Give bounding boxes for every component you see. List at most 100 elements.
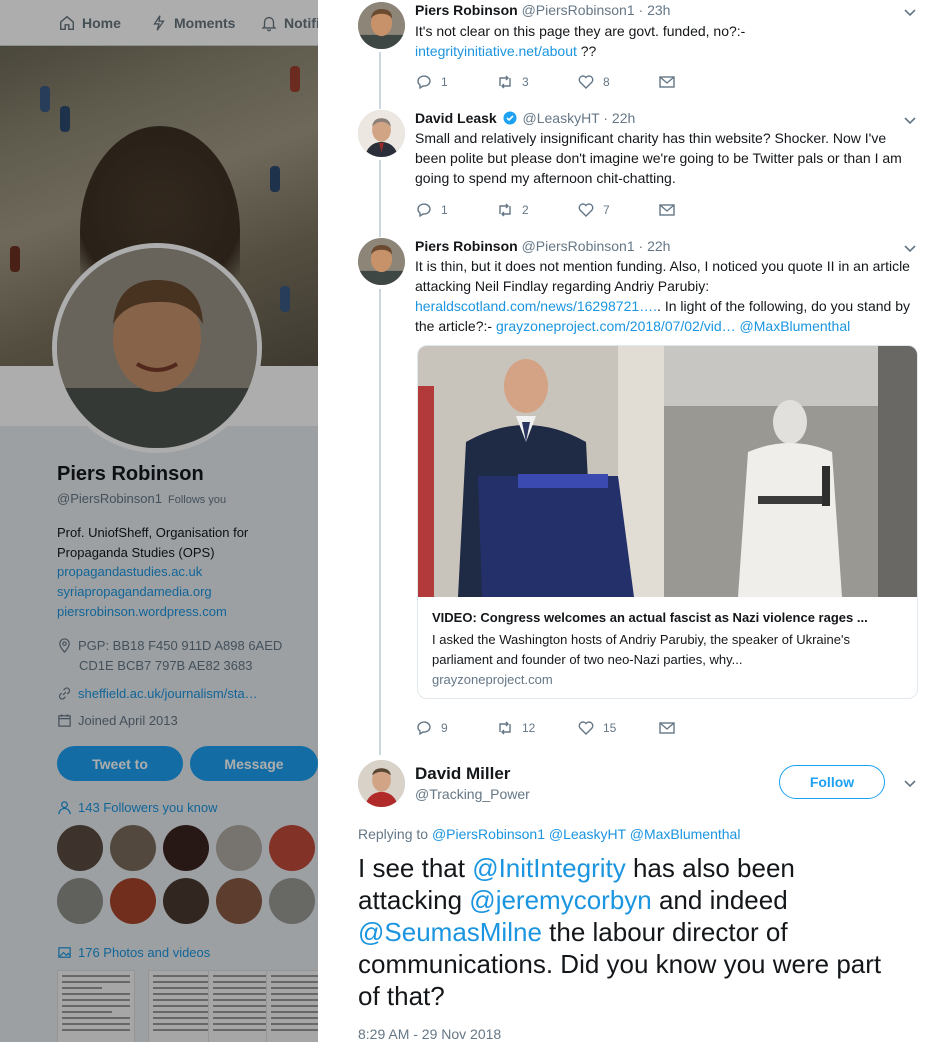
like-count: 7 (603, 203, 610, 217)
tweet-item[interactable]: Piers Robinson @PiersRobinson1 · 23h It'… (318, 2, 933, 100)
follower-avatar[interactable] (57, 878, 103, 924)
like-action[interactable]: 15 (577, 719, 658, 737)
profile-website[interactable]: sheffield.ac.uk/journalism/sta… (57, 684, 258, 704)
follower-avatar[interactable] (269, 825, 315, 871)
tweet-conversation-panel: Piers Robinson @PiersRobinson1 · 23h It'… (318, 0, 933, 1042)
profile-bio: Prof. UniofSheff, Organisation for Propa… (57, 525, 249, 560)
followers-you-know-label: 143 Followers you know (78, 800, 218, 815)
like-count: 8 (603, 75, 610, 89)
mention-seumasmilne[interactable]: @SeumasMilne (358, 917, 542, 947)
tweet-author-handle[interactable]: @LeaskyHT (523, 110, 600, 126)
tweet-link-grayzone[interactable]: grayzoneproject.com/2018/07/02/vid… (496, 318, 736, 334)
message-action[interactable] (658, 719, 739, 737)
nav-moments[interactable]: Moments (150, 14, 235, 32)
tweet-author-handle[interactable]: @PiersRobinson1 (522, 238, 635, 254)
card-domain: grayzoneproject.com (432, 672, 553, 687)
link-icon (58, 687, 71, 700)
nav-notifications[interactable]: Notifi (260, 14, 318, 32)
reply-action[interactable]: 1 (415, 73, 496, 91)
main-tweet-author-handle[interactable]: @Tracking_Power (415, 786, 530, 802)
tweet-time[interactable]: · 22h (639, 238, 671, 254)
location-pin-icon (59, 638, 70, 653)
home-icon (59, 15, 75, 31)
profile-avatar[interactable] (52, 243, 262, 453)
tweet-avatar[interactable] (358, 238, 405, 285)
reply-icon (417, 75, 431, 90)
profile-name: Piers Robinson (57, 463, 204, 485)
follower-avatar[interactable] (216, 878, 262, 924)
follower-avatar[interactable] (57, 825, 103, 871)
replying-to-users[interactable]: @PiersRobinson1 @LeaskyHT @MaxBlumenthal (432, 826, 741, 842)
tweet-link[interactable]: integrityinitiative.net/about (415, 43, 577, 59)
profile-photo (57, 248, 257, 448)
envelope-icon (659, 722, 675, 734)
like-action[interactable]: 7 (577, 201, 658, 219)
tweet-item[interactable]: David Leask @LeaskyHT · 22h Small and re… (318, 110, 933, 230)
main-tweet-author-name[interactable]: David Miller (415, 764, 510, 784)
tweet-to-button[interactable]: Tweet to (57, 746, 183, 781)
joined-text: Joined April 2013 (78, 713, 178, 728)
nav-home[interactable]: Home (58, 14, 121, 32)
replying-to: Replying to @PiersRobinson1 @LeaskyHT @M… (358, 826, 740, 842)
main-tweet-timestamp[interactable]: 8:29 AM - 29 Nov 2018 (358, 1026, 501, 1042)
bio-link-3[interactable]: piersrobinson.wordpress.com (57, 604, 227, 619)
bio-link-2[interactable]: syriapropagandamedia.org (57, 584, 212, 599)
chevron-down-icon[interactable] (903, 6, 917, 20)
tweet-avatar[interactable] (358, 2, 405, 49)
follower-avatar[interactable] (163, 878, 209, 924)
reply-action[interactable]: 9 (415, 719, 496, 737)
main-tweet-avatar[interactable] (358, 760, 405, 807)
calendar-icon (58, 714, 71, 727)
tweet-time[interactable]: · 22h (603, 110, 635, 126)
profile-website-link[interactable]: sheffield.ac.uk/journalism/sta… (78, 684, 258, 704)
follower-avatar[interactable] (269, 878, 315, 924)
tweet-text-body: It's not clear on this page they are gov… (415, 23, 746, 39)
tweet-author-handle[interactable]: @PiersRobinson1 (522, 2, 635, 18)
chevron-down-icon[interactable] (903, 242, 917, 256)
reply-icon (417, 203, 431, 218)
photos-and-videos-link[interactable]: 176 Photos and videos (57, 945, 210, 960)
chevron-down-icon[interactable] (903, 777, 917, 791)
tweet-link-herald[interactable]: heraldscotland.com/news/16298721…. (415, 298, 657, 314)
envelope-icon (659, 76, 675, 88)
message-action[interactable] (658, 201, 739, 219)
message-action[interactable] (658, 73, 739, 91)
user-icon (58, 801, 71, 815)
reply-count: 1 (441, 75, 448, 89)
card-preview-image (418, 346, 917, 597)
chevron-down-icon[interactable] (903, 114, 917, 128)
profile-handle-text: @PiersRobinson1 (57, 491, 162, 506)
tweet-mention[interactable]: @MaxBlumenthal (740, 318, 851, 334)
tweet-author-name[interactable]: Piers Robinson (415, 2, 518, 18)
link-preview-card[interactable]: VIDEO: Congress welcomes an actual fasci… (417, 345, 918, 699)
message-button[interactable]: Message (190, 746, 318, 781)
media-thumbnail[interactable] (266, 970, 318, 1042)
media-thumbnail[interactable] (57, 970, 135, 1042)
reply-action[interactable]: 1 (415, 201, 496, 219)
retweet-icon (499, 203, 511, 217)
retweet-count: 2 (522, 203, 529, 217)
image-icon (58, 947, 71, 958)
retweet-action[interactable]: 3 (496, 73, 577, 91)
follower-avatar[interactable] (216, 825, 262, 871)
like-action[interactable]: 8 (577, 73, 658, 91)
tweet-avatar[interactable] (358, 110, 405, 157)
follower-avatar[interactable] (110, 878, 156, 924)
bio-link-1[interactable]: propagandastudies.ac.uk (57, 564, 202, 579)
follow-button[interactable]: Follow (779, 765, 885, 799)
followers-you-know-link[interactable]: 143 Followers you know (57, 800, 217, 815)
profile-handle: @PiersRobinson1 Follows you (57, 491, 226, 506)
mention-initintegrity[interactable]: @InitIntegrity (472, 853, 626, 883)
nav-home-label: Home (82, 15, 121, 31)
retweet-action[interactable]: 12 (496, 719, 577, 737)
tweet-time[interactable]: · 23h (639, 2, 671, 18)
follower-avatar[interactable] (110, 825, 156, 871)
tweet-author-name[interactable]: Piers Robinson (415, 238, 518, 254)
mention-jeremycorbyn[interactable]: @jeremycorbyn (469, 885, 651, 915)
pgp-line-2: CD1E BCB7 797B AE82 3683 (79, 658, 253, 673)
follower-avatar[interactable] (163, 825, 209, 871)
retweet-action[interactable]: 2 (496, 201, 577, 219)
replying-to-label: Replying to (358, 826, 429, 842)
tweet-text-tail: ?? (576, 43, 597, 59)
tweet-author-name[interactable]: David Leask (415, 110, 497, 126)
